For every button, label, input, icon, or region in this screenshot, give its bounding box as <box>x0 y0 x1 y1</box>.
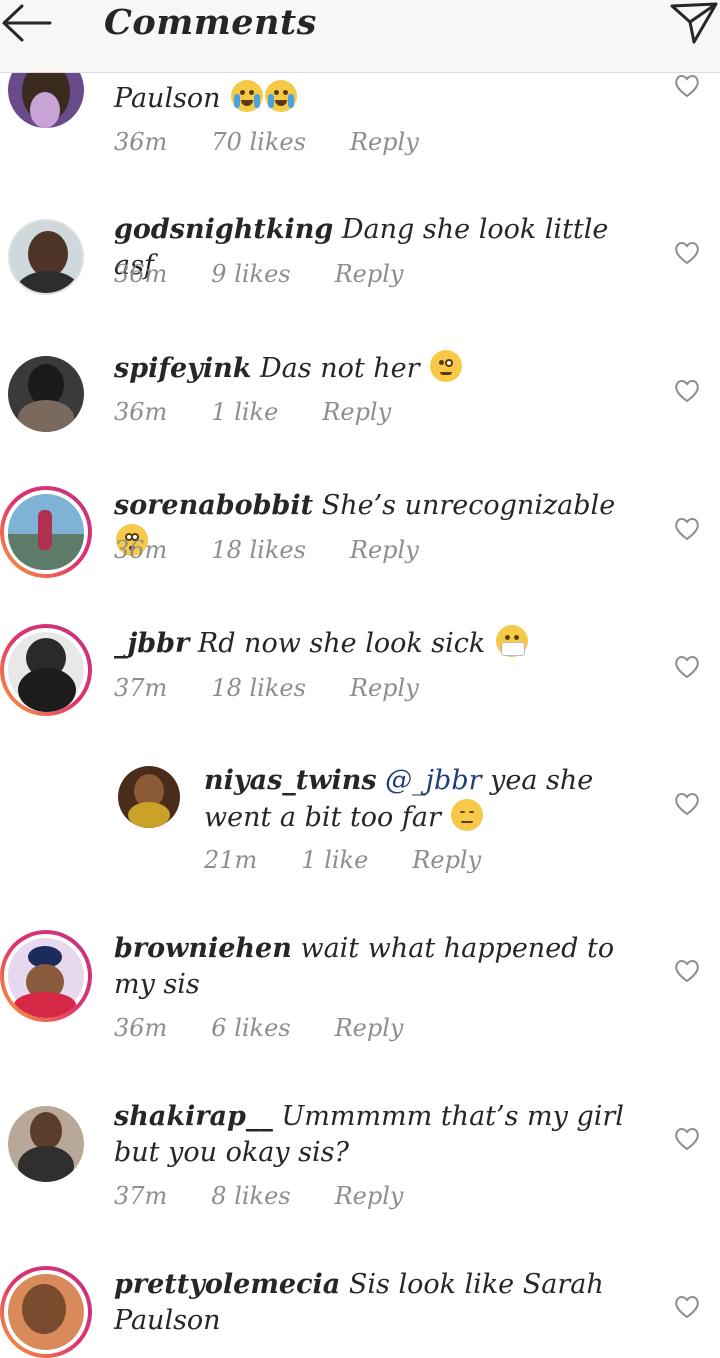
like-count[interactable]: 1 like <box>211 398 278 426</box>
like-count[interactable]: 18 likes <box>211 674 306 702</box>
heart-icon[interactable] <box>674 959 700 983</box>
paper-plane-icon[interactable] <box>668 0 720 46</box>
mention-link[interactable]: @_jbbr <box>385 765 481 796</box>
comment-meta: 37m 18 likes Reply <box>114 674 419 702</box>
arrow-left-icon[interactable] <box>0 2 56 44</box>
timestamp: 36m <box>114 1014 168 1042</box>
username[interactable]: browniehen <box>114 933 292 964</box>
avatar[interactable] <box>118 766 180 828</box>
comment-meta: 36m 9 likes Reply <box>114 260 403 288</box>
heart-icon[interactable] <box>674 379 700 403</box>
comment-meta: 36m 18 likes Reply <box>114 536 419 564</box>
comment-body: Paulson <box>114 83 221 114</box>
crying-face-icon <box>265 80 298 112</box>
heart-icon[interactable] <box>674 74 700 98</box>
comment-meta: 21m 1 like Reply <box>204 846 481 874</box>
heart-icon[interactable] <box>674 1127 700 1151</box>
username[interactable]: spifeyink <box>114 353 251 384</box>
reply-button[interactable]: Reply <box>335 1014 404 1042</box>
timestamp: 36m <box>114 128 168 156</box>
comment-body: She’s unrecognizable <box>321 490 616 521</box>
heart-icon[interactable] <box>674 1295 700 1319</box>
timestamp: 36m <box>114 260 168 288</box>
avatar[interactable] <box>0 930 92 1022</box>
reply-button[interactable]: Reply <box>335 1182 404 1210</box>
comment-text: shakirap__ Ummmmm that’s my girl but you… <box>114 1099 644 1171</box>
username[interactable]: sorenabobbit <box>114 490 313 521</box>
like-count[interactable]: 9 likes <box>211 260 290 288</box>
like-count[interactable]: 6 likes <box>211 1014 290 1042</box>
comment-text: browniehen wait what happened to my sis <box>114 931 644 1003</box>
timestamp: 37m <box>114 1182 168 1210</box>
username[interactable]: godsnightking <box>114 214 333 245</box>
page-title: Comments <box>104 2 317 43</box>
heart-icon[interactable] <box>674 517 700 541</box>
comment-meta: 36m 1 like Reply <box>114 398 391 426</box>
username[interactable]: _jbbr <box>114 628 189 659</box>
avatar[interactable] <box>0 1266 92 1358</box>
avatar[interactable] <box>8 356 84 432</box>
avatar[interactable] <box>8 219 84 295</box>
comment-text: Paulson <box>114 80 644 117</box>
username[interactable]: niyas_twins <box>204 765 377 796</box>
avatar[interactable] <box>0 486 92 578</box>
reply-button[interactable]: Reply <box>350 128 419 156</box>
comment-text: _jbbr Rd now she look sick <box>114 625 644 662</box>
avatar[interactable] <box>8 1106 84 1182</box>
timestamp: 36m <box>114 536 168 564</box>
reply-button[interactable]: Reply <box>322 398 391 426</box>
comment-body: Das not her <box>260 353 420 384</box>
comment-meta: 36m 70 likes Reply <box>114 128 419 156</box>
crying-face-icon <box>231 80 264 112</box>
reply-button[interactable]: Reply <box>335 260 404 288</box>
like-count[interactable]: 18 likes <box>211 536 306 564</box>
monocle-face-icon <box>430 350 463 382</box>
like-count[interactable]: 8 likes <box>211 1182 290 1210</box>
username[interactable]: shakirap__ <box>114 1101 273 1132</box>
timestamp: 37m <box>114 674 168 702</box>
comment-body: Rd now she look sick <box>197 628 486 659</box>
heart-icon[interactable] <box>674 241 700 265</box>
mask-face-icon <box>495 625 528 657</box>
reply-button[interactable]: Reply <box>350 536 419 564</box>
heart-icon[interactable] <box>674 655 700 679</box>
timestamp: 36m <box>114 398 168 426</box>
like-count[interactable]: 70 likes <box>211 128 306 156</box>
comment-text: niyas_twins @_jbbr yea she went a bit to… <box>204 763 644 836</box>
reply-button[interactable]: Reply <box>350 674 419 702</box>
comment-text: prettyolemecia Sis look like Sarah Pauls… <box>114 1267 644 1339</box>
top-bar: Comments <box>0 0 720 73</box>
comment-meta: 37m 8 likes Reply <box>114 1182 403 1210</box>
timestamp: 21m <box>204 846 258 874</box>
heart-icon[interactable] <box>674 792 700 816</box>
reply-button[interactable]: Reply <box>412 846 481 874</box>
comment-meta: 36m 6 likes Reply <box>114 1014 403 1042</box>
like-count[interactable]: 1 like <box>301 846 368 874</box>
comment-text: spifeyink Das not her <box>114 350 644 387</box>
avatar[interactable] <box>0 624 92 716</box>
username[interactable]: prettyolemecia <box>114 1269 340 1300</box>
comments-list[interactable]: Paulson 36m 70 likes Reply godsnightking D… <box>0 0 720 1354</box>
pensive-face-icon <box>451 799 484 831</box>
